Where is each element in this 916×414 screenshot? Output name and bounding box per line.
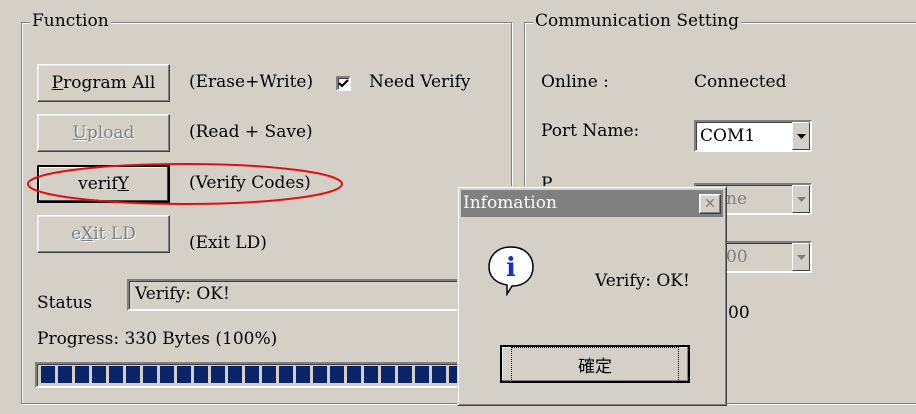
highlight-ellipse: [27, 163, 343, 205]
progress-segment: [143, 366, 157, 383]
need-verify-label: Need Verify: [369, 72, 471, 92]
port-name-combo[interactable]: COM1: [694, 120, 812, 152]
erase-write-label: (Erase+Write): [189, 72, 314, 92]
need-verify-checkbox[interactable]: [336, 76, 351, 91]
status-value: Verify: OK!: [135, 284, 230, 304]
ok-button[interactable]: 確定: [500, 345, 690, 383]
svg-text:i: i: [506, 253, 516, 283]
progress-segment: [364, 366, 378, 383]
status-label: Status: [37, 293, 93, 313]
partial-combo-1-value: ne: [726, 189, 748, 209]
upload-label: Upload: [72, 123, 135, 143]
function-group-title: Function: [30, 11, 111, 31]
info-icon: i: [488, 246, 534, 296]
ok-label: 確定: [511, 346, 679, 382]
progress-segment: [92, 366, 106, 383]
dialog-title: Infomation: [463, 193, 557, 213]
progress-segment: [160, 366, 174, 383]
exit-ld-button[interactable]: eXit LD: [37, 215, 170, 253]
dialog-titlebar: Infomation ✕: [461, 190, 723, 217]
read-save-label: (Read + Save): [189, 122, 313, 142]
progress-segment: [279, 366, 293, 383]
upload-button[interactable]: Upload: [37, 114, 170, 152]
progress-segment: [58, 366, 72, 383]
progress-segment: [177, 366, 191, 383]
progress-bar: [35, 362, 467, 388]
progress-segment: [194, 366, 208, 383]
progress-segment: [262, 366, 276, 383]
information-dialog: Infomation ✕ i Verify: OK! 確定: [457, 186, 727, 406]
status-field: Verify: OK!: [127, 279, 467, 311]
port-name-label: Port Name:: [541, 121, 640, 141]
checkmark-icon: [338, 79, 349, 88]
communication-group-title: Communication Setting: [533, 11, 741, 31]
progress-fill: [41, 366, 465, 386]
chevron-down-icon[interactable]: [792, 122, 810, 150]
exit-ld-desc: (Exit LD): [189, 233, 267, 253]
progress-segment: [211, 366, 225, 383]
progress-segment: [330, 366, 344, 383]
progress-segment: [296, 366, 310, 383]
progress-segment: [313, 366, 327, 383]
chevron-down-icon[interactable]: [792, 185, 810, 213]
progress-segment: [245, 366, 259, 383]
progress-segment: [228, 366, 242, 383]
chevron-down-icon[interactable]: [792, 243, 810, 271]
online-label: Online :: [541, 72, 609, 92]
progress-segment: [415, 366, 429, 383]
partial-combo-2-value: 00: [726, 247, 748, 267]
progress-label: Progress: 330 Bytes (100%): [37, 329, 278, 349]
exit-ld-label: eXit LD: [71, 224, 136, 244]
progress-segment: [347, 366, 361, 383]
progress-segment: [398, 366, 412, 383]
progress-segment: [109, 366, 123, 383]
online-value: Connected: [694, 72, 787, 92]
progress-segment: [75, 366, 89, 383]
progress-segment: [381, 366, 395, 383]
program-all-label: Program All: [51, 73, 156, 93]
partial-value-3: 00: [728, 303, 750, 323]
program-all-button[interactable]: Program All: [37, 64, 170, 102]
progress-segment: [41, 366, 55, 383]
dialog-message: Verify: OK!: [595, 271, 690, 291]
close-icon: ✕: [704, 196, 716, 212]
port-name-value: COM1: [700, 126, 756, 146]
progress-segment: [126, 366, 140, 383]
close-button[interactable]: ✕: [699, 194, 721, 214]
progress-segment: [432, 366, 446, 383]
